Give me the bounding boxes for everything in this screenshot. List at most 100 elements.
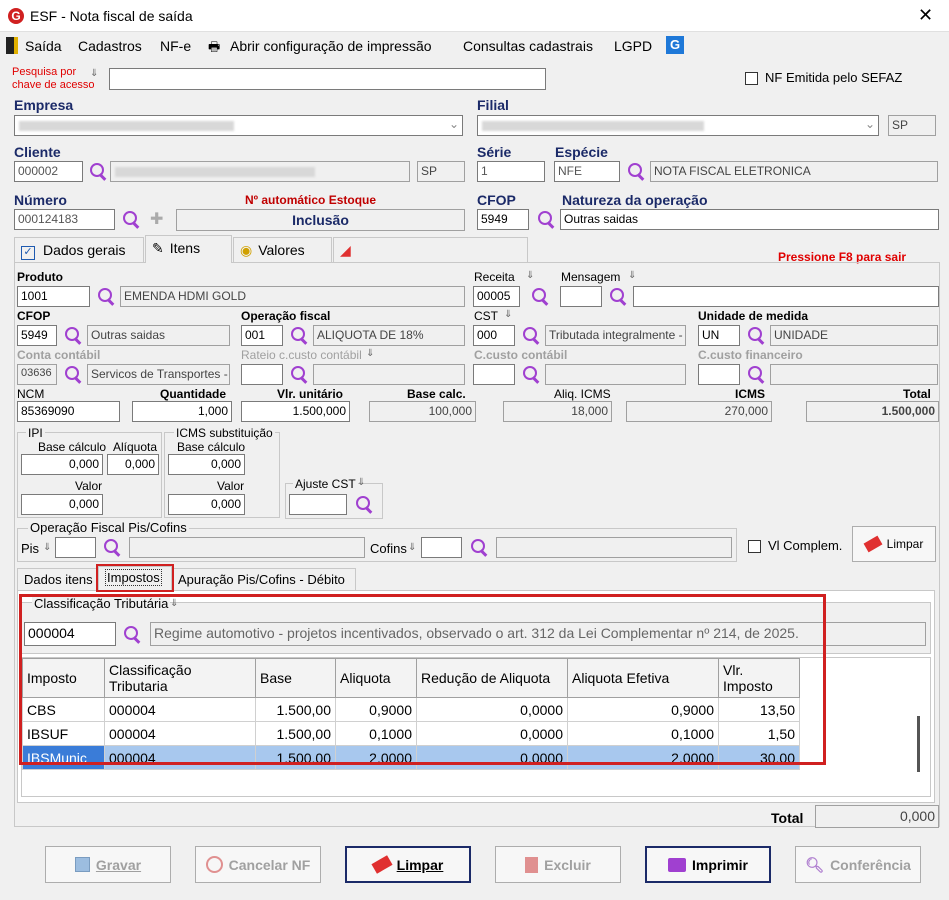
especie-code-input[interactable]: NFE bbox=[554, 161, 620, 182]
cancelar-nf-button[interactable]: Cancelar NF bbox=[195, 846, 321, 883]
pencil-icon: ✎ bbox=[152, 240, 164, 256]
search-icon[interactable] bbox=[521, 364, 541, 384]
conferencia-button[interactable]: 🔍︎ Conferência bbox=[795, 846, 921, 883]
menu-consultas[interactable]: Consultas cadastrais bbox=[463, 38, 593, 54]
search-icon[interactable] bbox=[354, 494, 374, 514]
ncm-input[interactable]: 85369090 bbox=[17, 401, 120, 422]
tab-impostos[interactable]: Impostos bbox=[96, 564, 174, 592]
ipi-aliq-input[interactable]: 0,000 bbox=[107, 454, 159, 475]
menu-saida[interactable]: Saída bbox=[25, 38, 62, 54]
menu-lgpd[interactable]: LGPD bbox=[614, 38, 652, 54]
search-icon[interactable] bbox=[521, 325, 541, 345]
receita-input[interactable]: 00005 bbox=[473, 286, 520, 307]
icmsst-valor-input[interactable]: 0,000 bbox=[168, 494, 245, 515]
app-logo-icon: G bbox=[8, 8, 24, 24]
close-icon[interactable]: ✕ bbox=[918, 5, 933, 26]
ccusto-input[interactable] bbox=[473, 364, 515, 385]
limpar-small-button[interactable]: Limpar bbox=[852, 526, 936, 562]
opfiscal-input[interactable]: 001 bbox=[241, 325, 283, 346]
exit-door-icon[interactable] bbox=[6, 37, 18, 54]
footer-total-label: Total bbox=[771, 810, 804, 826]
item-cfop-label: CFOP bbox=[17, 309, 51, 323]
search-icon[interactable] bbox=[63, 364, 83, 384]
tag-icon: ◢ bbox=[340, 242, 351, 258]
search-icon[interactable] bbox=[536, 209, 556, 229]
rateio-label: Rateio c.custo contábil bbox=[241, 348, 362, 362]
produto-code-input[interactable]: 1001 bbox=[17, 286, 90, 307]
search-icon[interactable] bbox=[469, 537, 489, 557]
icms-value: 270,000 bbox=[626, 401, 772, 422]
serie-input[interactable]: 1 bbox=[477, 161, 545, 182]
conta-input[interactable]: 03636 bbox=[17, 364, 57, 385]
brand-icon[interactable]: G bbox=[666, 36, 684, 54]
search-icon[interactable] bbox=[88, 161, 108, 181]
search-icon[interactable] bbox=[289, 325, 309, 345]
nf-emitida-checkbox[interactable] bbox=[745, 72, 758, 85]
search-icon[interactable] bbox=[289, 364, 309, 384]
ipi-valor-input[interactable]: 0,000 bbox=[21, 494, 103, 515]
base-label: Base calc. bbox=[407, 387, 466, 401]
gravar-button[interactable]: Gravar bbox=[45, 846, 171, 883]
search-icon[interactable] bbox=[530, 286, 550, 306]
title-bar: G ESF - Nota fiscal de saída ✕ bbox=[0, 0, 949, 32]
tab-dados-itens[interactable]: Dados itens bbox=[17, 568, 97, 590]
icmsst-base-input[interactable]: 0,000 bbox=[168, 454, 245, 475]
ccusto-desc bbox=[545, 364, 686, 385]
search-icon[interactable] bbox=[608, 286, 628, 306]
search-icon[interactable] bbox=[746, 364, 766, 384]
ccusto-fin-input[interactable] bbox=[698, 364, 740, 385]
ipi-base-label: Base cálculo bbox=[38, 440, 107, 454]
search-icon[interactable] bbox=[746, 325, 766, 345]
empresa-select[interactable]: ⌄ bbox=[14, 115, 463, 136]
menu-nfe[interactable]: NF-e bbox=[160, 38, 191, 54]
mensagem-input[interactable] bbox=[560, 286, 602, 307]
vunit-input[interactable]: 1.500,000 bbox=[241, 401, 350, 422]
search-icon[interactable] bbox=[102, 537, 122, 557]
excluir-button[interactable]: Excluir bbox=[495, 846, 621, 883]
tab-extra[interactable]: ◢ bbox=[333, 237, 528, 262]
qtd-label: Quantidade bbox=[160, 387, 227, 401]
access-key-input[interactable] bbox=[109, 68, 546, 90]
search-icon[interactable] bbox=[121, 209, 141, 229]
item-cfop-desc: Outras saidas bbox=[87, 325, 230, 346]
tab-itens[interactable]: ✎ Itens bbox=[145, 235, 232, 263]
search-icon[interactable] bbox=[626, 161, 646, 181]
nf-emitida-label: NF Emitida pelo SEFAZ bbox=[765, 70, 903, 85]
ipi-base-input[interactable]: 0,000 bbox=[21, 454, 103, 475]
produto-desc: EMENDA HDMI GOLD bbox=[120, 286, 465, 307]
tab-apuracao[interactable]: Apuração Pis/Cofins - Débito bbox=[172, 568, 356, 590]
numero-input[interactable]: 000124183 bbox=[14, 209, 115, 230]
search-icon[interactable] bbox=[96, 286, 116, 306]
qtd-input[interactable]: 1,000 bbox=[132, 401, 232, 422]
cofins-input[interactable] bbox=[421, 537, 462, 558]
aliq-value: 18,000 bbox=[503, 401, 612, 422]
item-cfop-input[interactable]: 5949 bbox=[17, 325, 57, 346]
cliente-code-input[interactable]: 000002 bbox=[14, 161, 83, 182]
pis-desc bbox=[129, 537, 365, 558]
cst-input[interactable]: 000 bbox=[473, 325, 515, 346]
search-icon[interactable] bbox=[63, 325, 83, 345]
filial-select[interactable]: ⌄ bbox=[477, 115, 879, 136]
menu-config-impressao[interactable]: Abrir configuração de impressão bbox=[230, 38, 432, 54]
table-scrollbar[interactable] bbox=[917, 716, 920, 772]
add-icon[interactable]: ✚ bbox=[150, 209, 163, 229]
cfop-input[interactable]: 5949 bbox=[477, 209, 529, 230]
arrow-down-icon: ⇓ bbox=[526, 270, 535, 281]
ajuste-input[interactable] bbox=[289, 494, 347, 515]
natureza-input[interactable]: Outras saidas bbox=[560, 209, 939, 230]
ccusto-label: C.custo contábil bbox=[474, 348, 568, 362]
vl-complem-checkbox[interactable] bbox=[748, 540, 761, 553]
rateio-input[interactable] bbox=[241, 364, 283, 385]
tab-dados-gerais[interactable]: ✓ Dados gerais bbox=[14, 237, 144, 262]
limpar-button[interactable]: Limpar bbox=[345, 846, 471, 883]
um-input[interactable]: UN bbox=[698, 325, 740, 346]
tab-valores[interactable]: ◉ Valores bbox=[233, 237, 332, 262]
total-label: Total bbox=[903, 387, 931, 401]
imprimir-button[interactable]: Imprimir bbox=[645, 846, 771, 883]
produto-label: Produto bbox=[17, 270, 63, 284]
search-label-1: Pesquisa por bbox=[12, 66, 77, 78]
pis-input[interactable] bbox=[55, 537, 96, 558]
chevron-down-icon: ⌄ bbox=[864, 117, 875, 131]
menu-cadastros[interactable]: Cadastros bbox=[78, 38, 142, 54]
opfiscal-desc: ALIQUOTA DE 18% bbox=[313, 325, 465, 346]
